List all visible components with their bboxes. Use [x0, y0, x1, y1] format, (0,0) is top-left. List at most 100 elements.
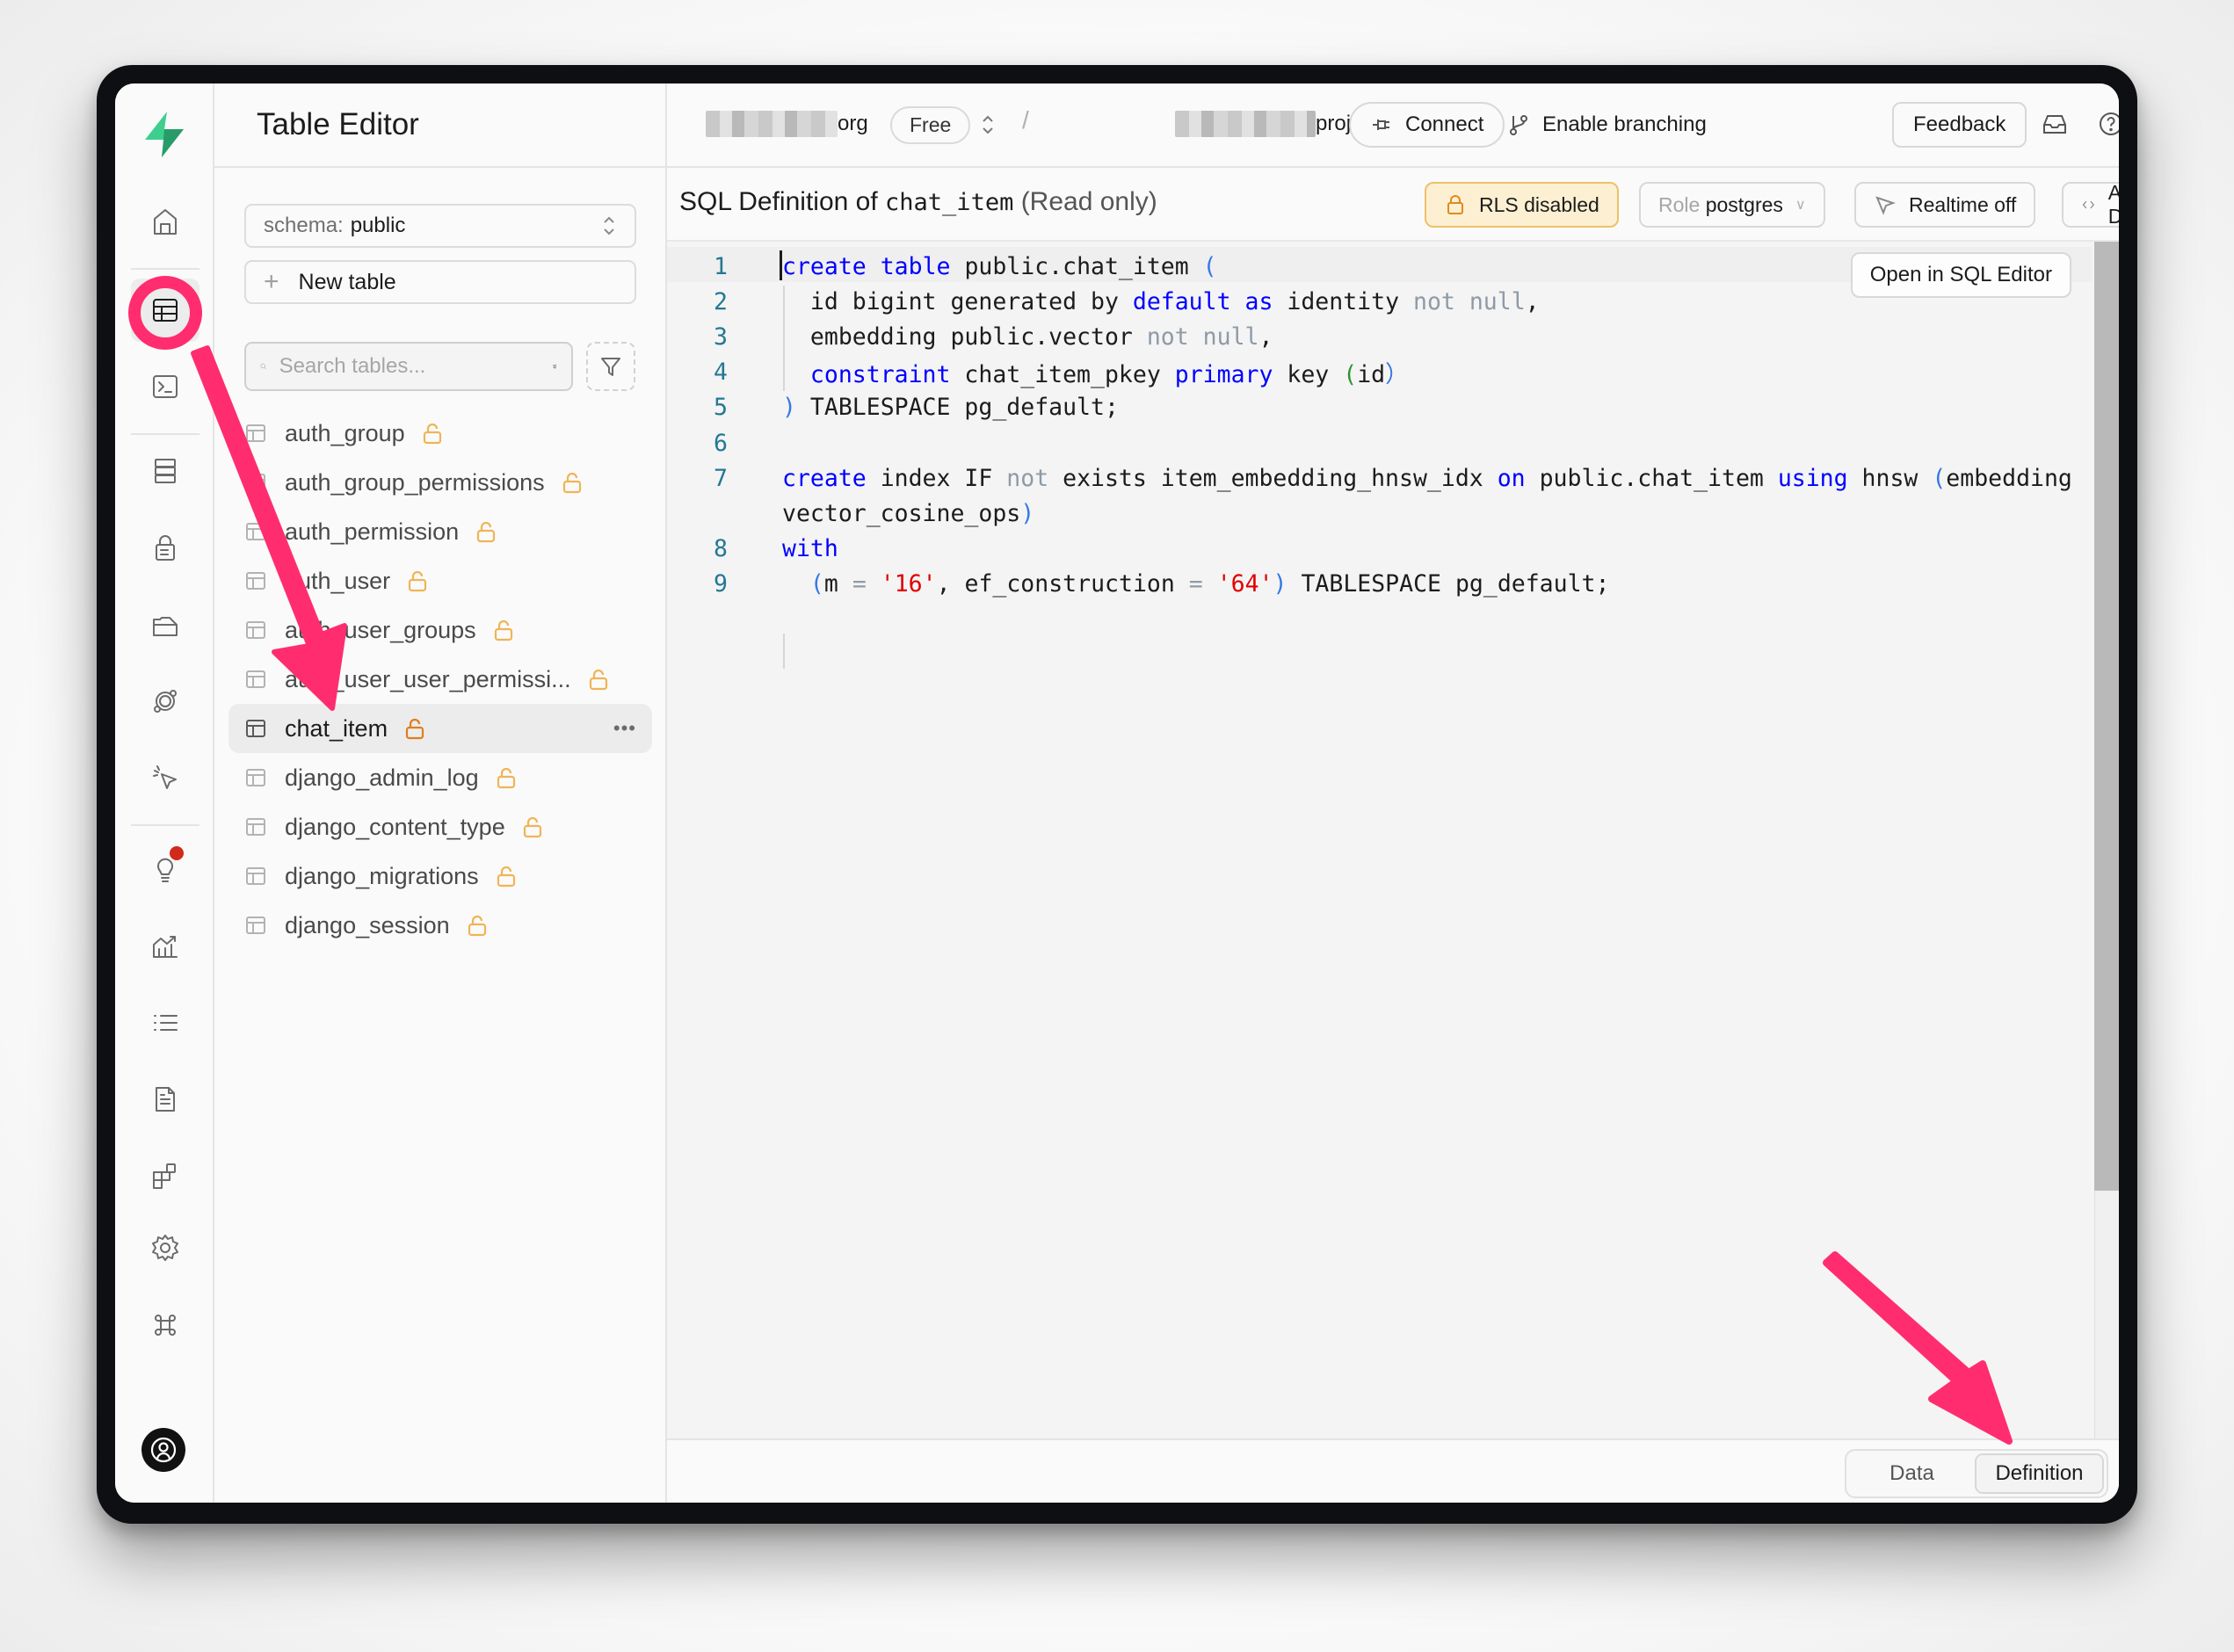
role-prefix: Role [1658, 192, 1701, 216]
rail-logs[interactable] [131, 991, 199, 1054]
help-icon[interactable] [2097, 110, 2119, 140]
lock-open-icon [495, 765, 518, 790]
rail-api-docs[interactable] [131, 1068, 199, 1131]
table-item[interactable]: django_admin_log [228, 753, 652, 802]
user-avatar[interactable] [141, 1428, 185, 1472]
title-table-name: chat_item [885, 189, 1014, 216]
code-text: (m = '16', ef_construction = '64') TABLE… [782, 570, 1610, 598]
auth-icon [156, 535, 175, 561]
schema-selector[interactable]: schema: public [244, 204, 636, 248]
code-token: TABLESPACE pg_default; [795, 394, 1119, 422]
rail-sql-editor[interactable] [131, 355, 199, 418]
rail-integrations[interactable] [131, 1144, 199, 1207]
table-item[interactable]: chat_item ••• [228, 704, 652, 753]
code-token: id [1357, 361, 1386, 389]
table-item[interactable]: django_session [228, 901, 652, 950]
line-number: 3 [714, 322, 728, 351]
schema-value: public [350, 214, 406, 237]
rail-reports[interactable] [131, 914, 199, 977]
code-token: TABLESPACE pg_default; [1287, 570, 1610, 598]
feedback-button[interactable]: Feedback [1892, 102, 2027, 148]
code-token: id bigint generated by [782, 287, 1133, 315]
table-icon [244, 815, 267, 838]
code-text: constraint chat_item_pkey primary key (i… [782, 355, 1409, 389]
inbox-icon[interactable] [2041, 110, 2071, 140]
rail-table-editor[interactable] [131, 279, 199, 342]
table-name: django_admin_log [285, 764, 479, 791]
table-item[interactable]: django_migrations [228, 851, 652, 901]
notification-dot [170, 846, 184, 860]
new-table-button[interactable]: + New table [244, 260, 636, 304]
rls-label: RLS disabled [1479, 192, 1599, 216]
definition-tab[interactable]: Definition [1975, 1453, 2104, 1494]
chevron-up-down-icon [601, 214, 617, 238]
table-name: auth_user_user_permissi... [285, 665, 571, 692]
code-token: chat_item_pkey [950, 361, 1175, 389]
api-docs-button[interactable]: API Docs [2062, 181, 2119, 228]
data-tab[interactable]: Data [1849, 1453, 1975, 1494]
table-item[interactable]: auth_user [228, 556, 652, 605]
indent-guide [783, 634, 785, 669]
connect-button[interactable]: Connect [1349, 102, 1505, 148]
bottom-bar: Data Definition [667, 1438, 2119, 1503]
code-token-par: ) [1020, 499, 1035, 527]
table-icon [244, 569, 267, 592]
open-in-sql-editor-button[interactable]: Open in SQL Editor [1850, 252, 2071, 298]
table-item[interactable]: auth_user_groups [228, 605, 652, 655]
lock-open-icon [1447, 195, 1463, 214]
role-selector[interactable]: Role postgres ∨ [1639, 182, 1825, 228]
table-icon [244, 471, 267, 494]
rail-database[interactable] [131, 439, 199, 503]
realtime-label: Realtime off [1909, 192, 2017, 216]
code-token: exists item_embedding_hnsw_idx [1048, 464, 1498, 492]
enable-branching-button[interactable]: Enable branching [1507, 102, 1707, 148]
lock-open-icon [406, 569, 429, 593]
code-token-str: '64' [1216, 570, 1273, 598]
lock-open-icon [495, 864, 518, 888]
app-window: Table Editor schema: public + New table … [115, 83, 2119, 1503]
logs-icon [154, 1015, 178, 1031]
code-text: embedding public.vector not null, [782, 323, 1273, 351]
table-item[interactable]: django_content_type [228, 802, 652, 851]
org-switch-chevron-icon[interactable] [980, 112, 996, 141]
rail-home[interactable] [131, 190, 199, 253]
sql-code-editor[interactable]: 1 create table public.chat_item (2 id big… [667, 242, 2119, 1438]
rail-authentication[interactable] [131, 516, 199, 579]
rls-disabled-button[interactable]: RLS disabled [1425, 182, 1619, 228]
more-options-icon[interactable]: ••• [613, 717, 636, 740]
main-panel: org Free / project Connect Enable branch… [667, 83, 2119, 1503]
table-name: auth_user [285, 567, 391, 594]
rail-divider [131, 268, 199, 270]
table-item[interactable]: auth_group_permissions [228, 458, 652, 507]
enable-branching-label: Enable branching [1542, 112, 1707, 136]
line-number: 6 [714, 429, 728, 457]
table-item[interactable]: auth_permission [228, 507, 652, 556]
rail-edge-functions[interactable] [131, 670, 199, 733]
rail-advisors[interactable] [131, 837, 199, 901]
supabase-logo-icon[interactable] [141, 110, 187, 159]
search-tables-input[interactable] [279, 354, 552, 379]
chevrons-down-icon[interactable] [552, 355, 557, 378]
code-token-kw: constraint [809, 361, 951, 389]
code-token: key [1273, 361, 1344, 389]
org-selector[interactable]: org [706, 111, 868, 137]
text-cursor [780, 250, 782, 280]
view-toggle: Data Definition [1845, 1449, 2108, 1498]
scrollbar-track[interactable] [2094, 242, 2119, 1438]
code-token-str: '16' [880, 570, 937, 598]
table-item[interactable]: auth_user_user_permissi... [228, 655, 652, 704]
realtime-toggle-button[interactable]: Realtime off [1854, 182, 2036, 228]
rail-command-menu[interactable] [131, 1293, 199, 1357]
read-only-label: (Read only) [1020, 187, 1157, 216]
scrollbar-thumb[interactable] [2094, 242, 2119, 1191]
rail-realtime[interactable] [131, 746, 199, 809]
code-token-kw: with [782, 535, 838, 563]
table-icon [244, 422, 267, 445]
filter-button[interactable] [586, 342, 635, 391]
rail-settings[interactable] [131, 1216, 199, 1279]
table-item[interactable]: auth_group [228, 409, 652, 458]
lock-open-icon [475, 519, 497, 544]
rail-storage[interactable] [131, 593, 199, 656]
table-name: auth_permission [285, 518, 460, 545]
